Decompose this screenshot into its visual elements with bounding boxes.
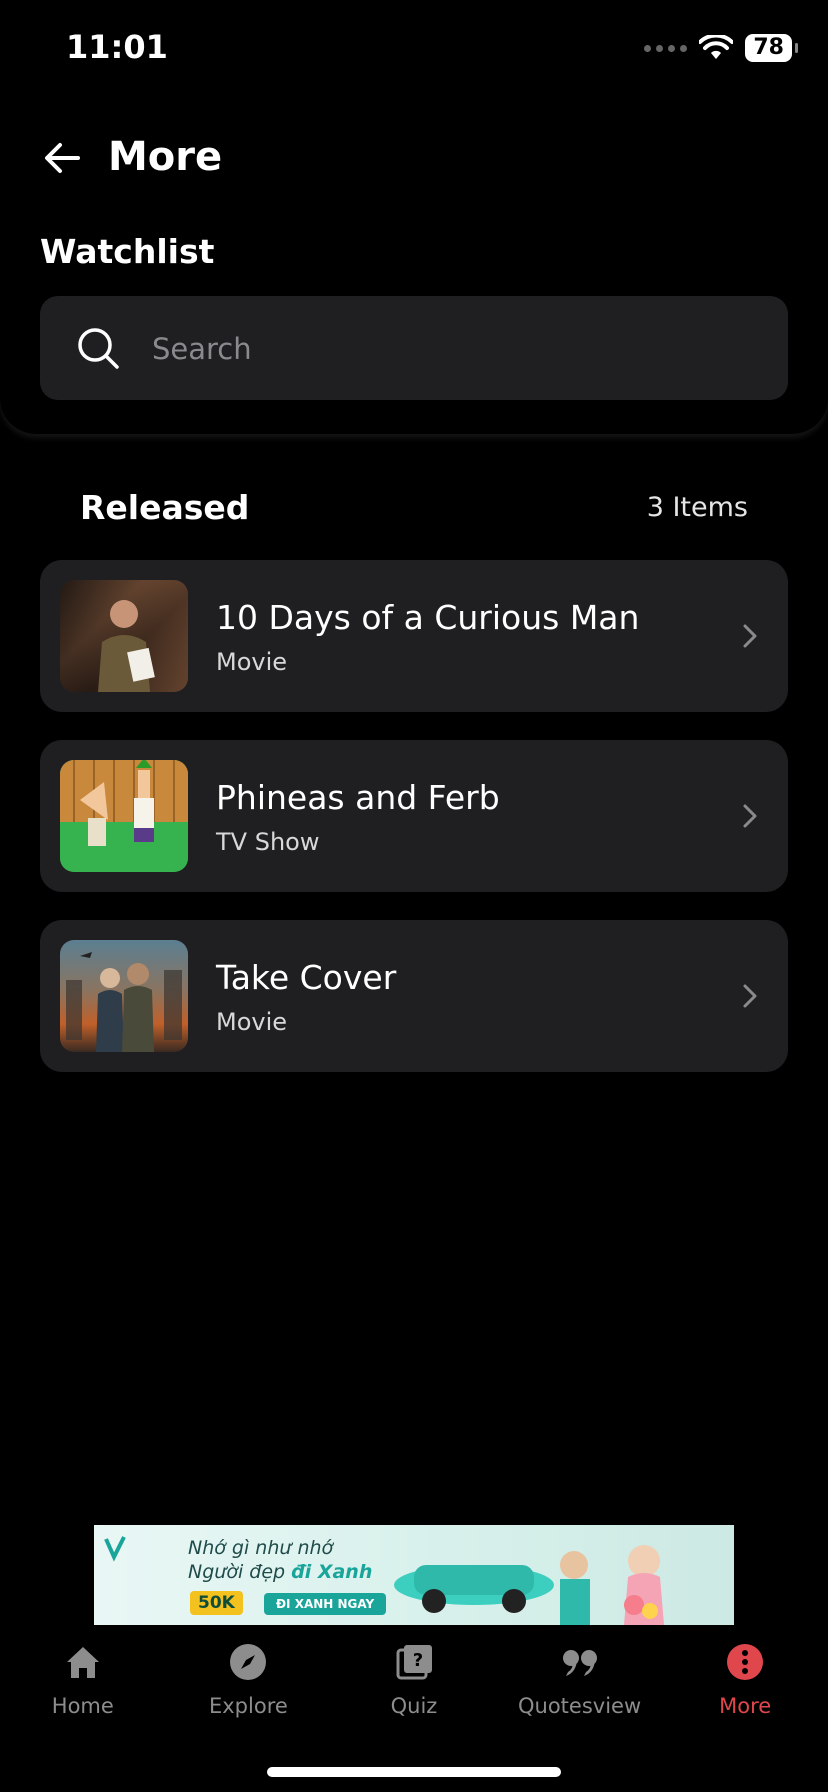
ad-cta-button[interactable]: ĐI XANH NGAY (264, 1593, 387, 1615)
tab-home[interactable]: Home (0, 1632, 166, 1732)
list-title: Released (80, 488, 250, 527)
item-type: Movie (216, 1008, 288, 1036)
tab-quotesview[interactable]: Quotesview (497, 1632, 663, 1732)
list-item[interactable]: Take Cover Movie (40, 920, 788, 1072)
header: 11:01 78 More Watchlist (0, 0, 828, 434)
ad-text: Nhớ gì như nhớ (188, 1537, 334, 1559)
chevron-right-icon (743, 804, 757, 828)
quiz-icon: ? (396, 1645, 432, 1680)
tab-explore[interactable]: Explore (166, 1632, 332, 1732)
tab-label: Quotesview (518, 1694, 642, 1718)
poster-thumbnail (60, 760, 188, 872)
back-arrow-icon[interactable] (40, 136, 84, 180)
home-indicator (267, 1767, 561, 1777)
brand-logo (104, 1536, 126, 1562)
ad-text: Người đẹp đi Xanh (188, 1561, 373, 1583)
tab-label: Quiz (390, 1694, 438, 1718)
list-item[interactable]: Phineas and Ferb TV Show (40, 740, 788, 892)
quote-icon (562, 1650, 597, 1676)
item-type: TV Show (216, 828, 320, 856)
tab-bar: Home Explore ? Quiz Quotesview More (0, 1632, 828, 1732)
chevron-right-icon (743, 984, 757, 1008)
status-icons: 78 (644, 34, 798, 62)
list-item[interactable]: 10 Days of a Curious Man Movie (40, 560, 788, 712)
item-title: Phineas and Ferb (216, 778, 500, 817)
signal-icon (644, 44, 688, 52)
search-bar[interactable] (40, 296, 788, 400)
more-icon (727, 1644, 764, 1680)
ad-banner[interactable]: Nhớ gì như nhớ Người đẹp đi Xanh 50K ĐI … (94, 1525, 734, 1625)
item-title: Take Cover (216, 958, 397, 997)
section-title: Watchlist (40, 232, 215, 271)
compass-icon (230, 1644, 267, 1680)
list-header: Released 3 Items (80, 488, 748, 527)
search-input[interactable] (150, 322, 754, 376)
item-type: Movie (216, 648, 288, 676)
item-title: 10 Days of a Curious Man (216, 598, 640, 637)
poster-thumbnail (60, 940, 188, 1052)
tab-label: More (719, 1694, 772, 1718)
ad-badge: 50K (190, 1591, 243, 1615)
tab-more[interactable]: More (662, 1632, 828, 1732)
status-time: 11:01 (66, 28, 168, 66)
poster-thumbnail (60, 580, 188, 692)
home-icon (66, 1647, 99, 1678)
ad-illustration (394, 1545, 664, 1625)
wifi-icon (699, 35, 734, 59)
tab-label: Explore (208, 1694, 288, 1718)
battery-indicator: 78 (745, 34, 798, 62)
page-title: More (108, 134, 223, 180)
svg-text:?: ? (413, 1650, 423, 1671)
list-count: 3 Items (646, 492, 748, 523)
chevron-right-icon (743, 624, 757, 648)
tab-quiz[interactable]: ? Quiz (331, 1632, 497, 1732)
tab-label: Home (51, 1694, 114, 1718)
search-icon (78, 328, 119, 369)
